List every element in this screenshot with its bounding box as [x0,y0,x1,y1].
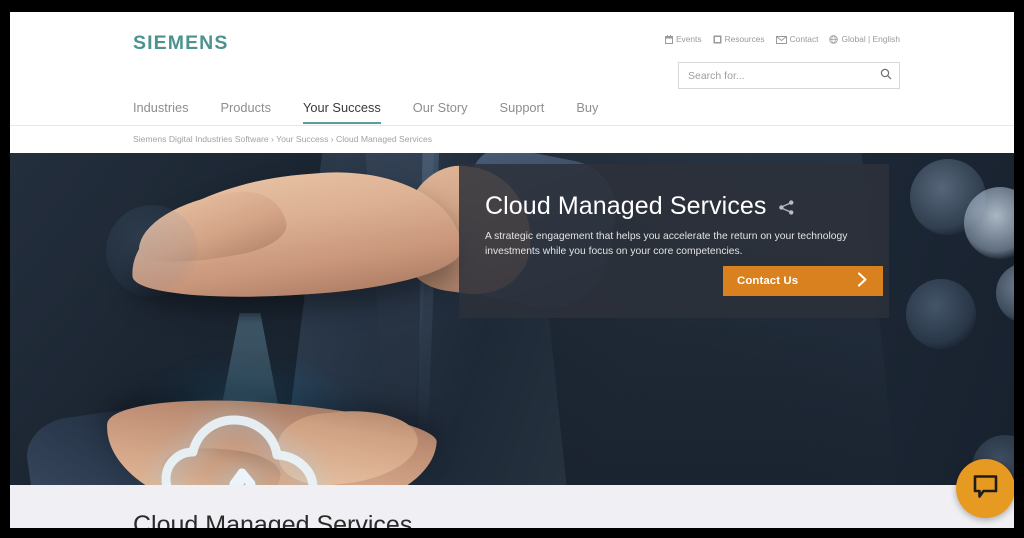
utility-item-resources[interactable]: Resources [713,35,765,44]
search-icon [880,68,892,83]
utility-item-label: Events [675,34,702,45]
calendar-icon [664,35,673,44]
contact-us-label: Contact Us [737,275,799,287]
utility-item-label: Global | English [841,34,900,45]
envelope-icon [775,35,787,44]
nav-item-your-success[interactable]: Your Success [303,100,401,124]
utility-item-label: Contact [789,34,819,45]
siemens-logo[interactable]: SIEMENS [133,32,228,55]
cloud-sync-icon [161,415,318,485]
share-button[interactable] [778,199,795,219]
bokeh-light [906,279,976,349]
hero-subtitle: A strategic engagement that helps you ac… [485,231,848,257]
bokeh-light [996,263,1014,323]
utility-navigation: Events Resources Contact Global | Englis… [664,34,900,45]
utility-item-events[interactable]: Events [664,34,702,45]
nav-item-our-story[interactable]: Our Story [413,100,488,124]
nav-item-support[interactable]: Support [500,100,565,124]
nav-item-buy[interactable]: Buy [576,100,618,124]
chat-bubble-icon [972,474,999,503]
site-header: SIEMENS Events Resources Contact Global … [10,12,1014,125]
bokeh-light [910,159,986,235]
nav-item-industries[interactable]: Industries [133,100,208,124]
page-root: SIEMENS Events Resources Contact Global … [10,12,1014,528]
chat-widget-button[interactable] [956,459,1014,518]
globe-icon [829,35,839,44]
search-box [678,62,900,89]
content-heading: Cloud Managed Services [133,511,413,528]
bokeh-light [964,187,1014,259]
share-icon [778,199,795,219]
contact-us-button[interactable]: Contact Us [723,266,883,296]
breadcrumb[interactable]: Siemens Digital Industries Software › Yo… [133,134,432,144]
screenshot-frame: SIEMENS Events Resources Contact Global … [0,0,1024,538]
hero-banner: Cloud Managed Services A strategic engag… [10,153,1014,485]
utility-item-contact[interactable]: Contact [775,34,819,45]
search-input[interactable] [679,63,873,88]
content-section: Cloud Managed Services [10,485,1014,528]
nav-item-products[interactable]: Products [220,100,291,124]
hero-title-row: Cloud Managed Services [485,192,795,221]
search-button[interactable] [873,63,899,88]
hero-overlay-panel: Cloud Managed Services A strategic engag… [459,164,889,318]
breadcrumb-bar: Siemens Digital Industries Software › Yo… [10,126,1014,153]
utility-item-label: Resources [724,34,765,45]
document-icon [713,35,722,44]
utility-item-language[interactable]: Global | English [829,35,900,44]
main-navigation: Industries Products Your Success Our Sto… [133,100,630,124]
page-title: Cloud Managed Services [485,192,767,220]
chevron-right-icon [857,272,868,290]
